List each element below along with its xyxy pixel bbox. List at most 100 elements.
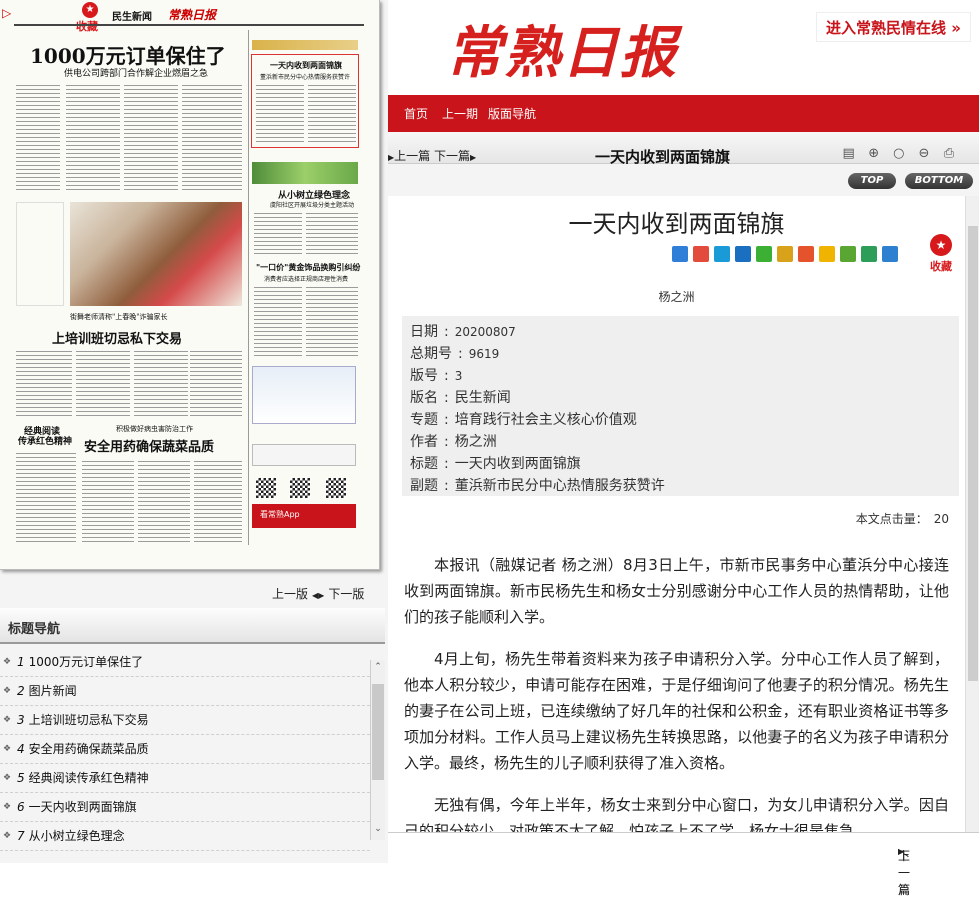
meta-row: 版号:3 [410,368,463,384]
bullet-icon: ❖ [3,773,12,783]
prev-page-link[interactable]: 上一版 [272,587,308,601]
topic-item[interactable]: ❖ 1 1000万元订单保住了 [0,648,370,677]
share-icon[interactable] [735,246,751,262]
next-page-link[interactable]: 下一版 [328,587,364,601]
zoom-in-icon[interactable]: ⊕ [866,146,882,162]
masthead-logo: 常熟日报 [446,20,678,86]
meta-row: 总期号:9619 [410,346,500,362]
thumb-app-label: 看常熟App [260,510,300,519]
thumb-phone-ad [252,444,356,466]
next-article-link[interactable]: 下一篇 [434,149,470,163]
thumb-collect-icon[interactable]: ★ [82,2,98,18]
topic-label[interactable]: 从小树立绿色理念 [29,829,125,843]
topic-item[interactable]: ❖ 3 上培训班切忌私下交易 [0,706,370,735]
thumb-gold-title: "一口价"黄金饰品换购引纠纷 [256,262,361,272]
meta-row: 标题: 一天内收到两面锦旗 [410,456,581,472]
share-icon[interactable] [672,246,688,262]
star-icon[interactable]: ★ [930,234,952,256]
article-body: 本报讯（融媒记者 杨之洲）8月3日上午，市新市民事务中心董浜分中心接连收到两面锦… [404,552,949,832]
topic-label[interactable]: 经典阅读传承红色精神 [29,771,149,785]
thumb-headline-train: 上培训班切忌私下交易 [52,332,183,347]
meta-value: 9619 [468,347,500,361]
meta-value: 3 [454,369,463,383]
share-icon[interactable] [882,246,898,262]
zoom-reset-icon[interactable]: ○ [891,146,907,162]
thumb-corner-arrow-icon: ▷ [2,6,12,20]
thumb-classic-sub: 传承红色精神 [18,437,73,447]
meta-value: 一天内收到两面锦旗 [454,456,581,472]
meta-key: 版名 [410,390,438,406]
hit-count: 本文点击量： 20 [850,510,949,527]
meta-key: 日期 [410,324,438,340]
share-icon[interactable] [861,246,877,262]
enter-minqing-link[interactable]: 进入常熟民情在线 » [816,12,971,42]
favorite-label[interactable]: 收藏 [926,258,956,274]
hits-value: 20 [933,512,949,526]
topic-label[interactable]: 一天内收到两面锦旗 [29,800,137,814]
topic-item[interactable]: ❖ 6 一天内收到两面锦旗 [0,793,370,822]
favorite-button[interactable]: ★ 收藏 [926,234,956,274]
share-icon[interactable] [756,246,772,262]
nav-prev-issue[interactable]: 上一期 [442,105,478,122]
share-icon[interactable] [840,246,856,262]
topic-num: 1 [17,655,25,669]
topic-nav-header: 标题导航 [0,608,385,644]
meta-value: 培育践行社会主义核心价值观 [454,412,637,428]
topic-num: 4 [17,742,25,756]
article-paragraph: 无独有偶，今年上半年，杨女士来到分中心窗口，为女儿申请积分入学。因自己的积分较少… [404,796,949,832]
nav-home[interactable]: 首页 [404,105,428,122]
topic-item[interactable]: ❖ 7 从小树立绿色理念 [0,822,370,851]
scroll-up-icon[interactable]: ⌃ [371,662,385,676]
share-icon[interactable] [714,246,730,262]
topic-label[interactable]: 安全用药确保蔬菜品质 [29,742,149,756]
print-icon[interactable]: ⎙ [941,146,957,162]
topic-label[interactable]: 图片新闻 [29,684,77,698]
scrollbar-thumb[interactable] [968,226,978,681]
zoom-out-icon[interactable]: ⊖ [916,146,932,162]
prev-article-link[interactable]: 上一篇 [394,149,430,163]
triangle-right-icon: ▶ [898,847,905,856]
thumb-green-sub: 虞阳社区开展垃圾分类主题活动 [270,202,355,209]
scrollbar-thumb[interactable] [372,684,384,780]
page-nav-arrows-icon: ◀▶ [312,591,325,600]
bottom-article-nav: ▶ 上一篇 下一篇 ▶ [388,832,979,897]
meta-key: 副题 [410,478,438,494]
meta-value: 20200807 [454,325,516,339]
share-icon[interactable] [819,246,835,262]
article-titlebar: ▶上一篇 下一篇▶ 一天内收到两面锦旗 ▤ ⊕ ○ ⊖ ⎙ [388,132,979,166]
topic-label[interactable]: 1000万元订单保住了 [29,655,144,669]
meta-row: 日期:20200807 [410,324,516,340]
toolbar-icons: ▤ ⊕ ○ ⊖ ⎙ [837,142,957,162]
share-icon[interactable] [798,246,814,262]
meta-row: 专题: 培育践行社会主义核心价值观 [410,412,637,428]
nav-page-navigation[interactable]: 版面导航 [488,105,536,122]
thumb-qr-2 [290,478,310,498]
bottom-button[interactable]: BOTTOM [905,173,973,189]
article-paragraph: 本报讯（融媒记者 杨之洲）8月3日上午，市新市民事务中心董浜分中心接连收到两面锦… [404,556,949,626]
thumb-headline-sub: 供电公司跨部门合作解企业燃眉之急 [64,69,209,79]
topic-list-scrollbar[interactable]: ⌃ ⌄ [370,660,385,840]
topic-item[interactable]: ❖ 2 图片新闻 [0,677,370,706]
share-icon[interactable] [693,246,709,262]
bullet-icon: ❖ [3,657,12,667]
article-meta: 日期:20200807 总期号:9619 版号:3 版名: 民生新闻 专题: 培育践… [402,316,959,496]
topic-item[interactable]: ❖ 4 安全用药确保蔬菜品质 [0,735,370,764]
meta-row: 作者: 杨之洲 [410,434,497,450]
thumb-collect-label[interactable]: 收藏 [76,18,98,34]
meta-key: 专题 [410,412,438,428]
scroll-down-icon[interactable]: ⌄ [371,824,385,838]
topic-label[interactable]: 上培训班切忌私下交易 [29,713,149,727]
top-button[interactable]: TOP [848,173,896,189]
document-icon[interactable]: ▤ [841,146,857,162]
thumb-photo-caption-box [16,202,64,306]
thumb-qr-3 [326,478,346,498]
share-bar [672,246,903,264]
topic-item[interactable]: ❖ 5 经典阅读传承红色精神 [0,764,370,793]
newspaper-page-thumbnail[interactable]: ▷ ★ 收藏 民生新闻 常熟日报 1000万元订单保住了 供电公司跨部门合作解企… [0,0,380,570]
article-scrollbar[interactable] [965,196,979,832]
article-title: 一天内收到两面锦旗 [568,210,785,238]
share-icon[interactable] [777,246,793,262]
site-header: 常熟日报 进入常熟民情在线 » [388,0,979,95]
topic-num: 3 [17,713,25,727]
thumb-paper-name: 常熟日报 [168,8,217,22]
